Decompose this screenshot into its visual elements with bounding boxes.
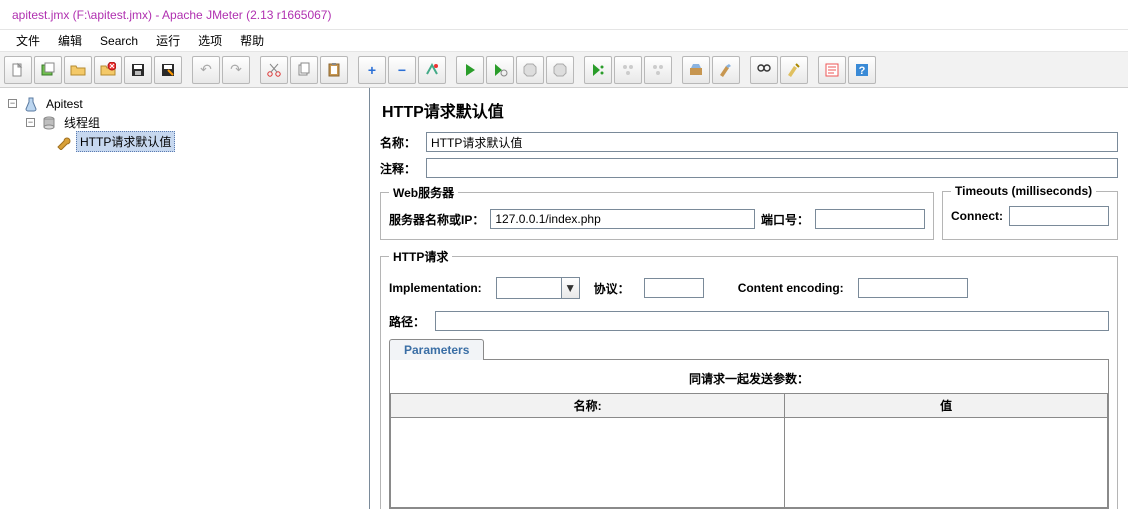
menu-options[interactable]: 选项 xyxy=(190,30,230,51)
titlebar: apitest.jmx (F:\apitest.jmx) - Apache JM… xyxy=(0,0,1128,30)
webserver-legend: Web服务器 xyxy=(389,184,458,201)
port-label: 端口号： xyxy=(761,211,809,228)
remote-shutdown-icon[interactable] xyxy=(644,56,672,84)
tree-label-httpdefaults: HTTP请求默认值 xyxy=(76,131,175,152)
start-no-timers-icon[interactable] xyxy=(486,56,514,84)
separator xyxy=(252,56,258,84)
search-tree-icon[interactable] xyxy=(750,56,778,84)
server-input[interactable] xyxy=(490,209,755,229)
close-icon[interactable] xyxy=(94,56,122,84)
config-pane: HTTP请求默认值 名称： 注释： Web服务器 服务器名称或IP： 端口号： … xyxy=(370,88,1128,509)
tree-toggle-icon[interactable]: − xyxy=(8,99,17,108)
toolbar: ↶ ↷ + − ? xyxy=(0,52,1128,88)
separator xyxy=(810,56,816,84)
templates-icon[interactable] xyxy=(34,56,62,84)
timeouts-legend: Timeouts (milliseconds) xyxy=(951,184,1096,198)
impl-combo-value[interactable] xyxy=(497,278,561,298)
shutdown-icon[interactable] xyxy=(546,56,574,84)
save-icon[interactable] xyxy=(124,56,152,84)
clear-icon[interactable] xyxy=(682,56,710,84)
menu-run[interactable]: 运行 xyxy=(148,30,188,51)
svg-text:?: ? xyxy=(859,65,866,77)
encoding-label: Content encoding: xyxy=(738,281,844,295)
name-input[interactable] xyxy=(426,132,1118,152)
wrench-icon xyxy=(56,134,72,150)
expand-icon[interactable]: + xyxy=(358,56,386,84)
path-label: 路径： xyxy=(389,313,429,330)
tree-node-httpdefaults[interactable]: HTTP请求默认值 xyxy=(4,132,365,151)
help-icon[interactable]: ? xyxy=(848,56,876,84)
httprequest-group: HTTP请求 Implementation: ▼ 协议： Content enc… xyxy=(380,248,1118,509)
col-value[interactable]: 值 xyxy=(785,394,1108,418)
stop-icon[interactable] xyxy=(516,56,544,84)
port-input[interactable] xyxy=(815,209,925,229)
server-label: 服务器名称或IP： xyxy=(389,211,484,228)
new-icon[interactable] xyxy=(4,56,32,84)
separator xyxy=(674,56,680,84)
beaker-icon xyxy=(23,96,39,112)
separator xyxy=(576,56,582,84)
window-title: apitest.jmx (F:\apitest.jmx) - Apache JM… xyxy=(12,8,331,22)
encoding-input[interactable] xyxy=(858,278,968,298)
start-icon[interactable] xyxy=(456,56,484,84)
collapse-icon[interactable]: − xyxy=(388,56,416,84)
tree-label-threadgroup: 线程组 xyxy=(61,113,103,132)
name-label: 名称： xyxy=(380,134,420,151)
comment-input[interactable] xyxy=(426,158,1118,178)
panel-title: HTTP请求默认值 xyxy=(382,98,1118,122)
separator xyxy=(742,56,748,84)
menu-search[interactable]: Search xyxy=(92,32,146,50)
connect-input[interactable] xyxy=(1009,206,1109,226)
tree-node-threadgroup[interactable]: − 线程组 xyxy=(4,113,365,132)
remote-start-icon[interactable] xyxy=(584,56,612,84)
menu-file[interactable]: 文件 xyxy=(8,30,48,51)
separator xyxy=(448,56,454,84)
tree-pane[interactable]: − Apitest − 线程组 HTTP请求默认值 xyxy=(0,88,370,509)
toggle-icon[interactable] xyxy=(418,56,446,84)
menu-help[interactable]: 帮助 xyxy=(232,30,272,51)
paste-icon[interactable] xyxy=(320,56,348,84)
protocol-input[interactable] xyxy=(644,278,704,298)
httprequest-legend: HTTP请求 xyxy=(389,248,452,265)
impl-label: Implementation: xyxy=(389,281,482,295)
open-icon[interactable] xyxy=(64,56,92,84)
redo-icon[interactable]: ↷ xyxy=(222,56,250,84)
cut-icon[interactable] xyxy=(260,56,288,84)
tree-toggle-icon[interactable]: − xyxy=(26,118,35,127)
spool-icon xyxy=(41,115,57,131)
chevron-down-icon[interactable]: ▼ xyxy=(561,278,579,298)
parameters-title: 同请求一起发送参数： xyxy=(390,366,1108,393)
menubar: 文件 编辑 Search 运行 选项 帮助 xyxy=(0,30,1128,52)
clear-all-icon[interactable] xyxy=(712,56,740,84)
timeouts-group: Timeouts (milliseconds) Connect: xyxy=(942,184,1118,240)
separator xyxy=(184,56,190,84)
parameters-panel: 同请求一起发送参数： 名称: 值 xyxy=(389,359,1109,509)
tree-label-testplan: Apitest xyxy=(43,96,86,112)
comment-label: 注释： xyxy=(380,160,420,177)
save-as-icon[interactable] xyxy=(154,56,182,84)
webserver-group: Web服务器 服务器名称或IP： 端口号： xyxy=(380,184,934,240)
protocol-label: 协议： xyxy=(594,280,630,297)
main: − Apitest − 线程组 HTTP请求默认值 HTTP请求默认值 名称： … xyxy=(0,88,1128,509)
path-input[interactable] xyxy=(435,311,1109,331)
reset-search-icon[interactable] xyxy=(780,56,808,84)
col-name[interactable]: 名称: xyxy=(391,394,785,418)
impl-combo[interactable]: ▼ xyxy=(496,277,580,299)
menu-edit[interactable]: 编辑 xyxy=(50,30,90,51)
remote-stop-icon[interactable] xyxy=(614,56,642,84)
function-helper-icon[interactable] xyxy=(818,56,846,84)
separator xyxy=(350,56,356,84)
tree-node-testplan[interactable]: − Apitest xyxy=(4,94,365,113)
copy-icon[interactable] xyxy=(290,56,318,84)
undo-icon[interactable]: ↶ xyxy=(192,56,220,84)
parameters-table[interactable]: 名称: 值 xyxy=(390,393,1108,508)
connect-label: Connect: xyxy=(951,209,1003,223)
tab-parameters[interactable]: Parameters xyxy=(389,339,484,360)
table-row[interactable] xyxy=(391,418,1108,508)
